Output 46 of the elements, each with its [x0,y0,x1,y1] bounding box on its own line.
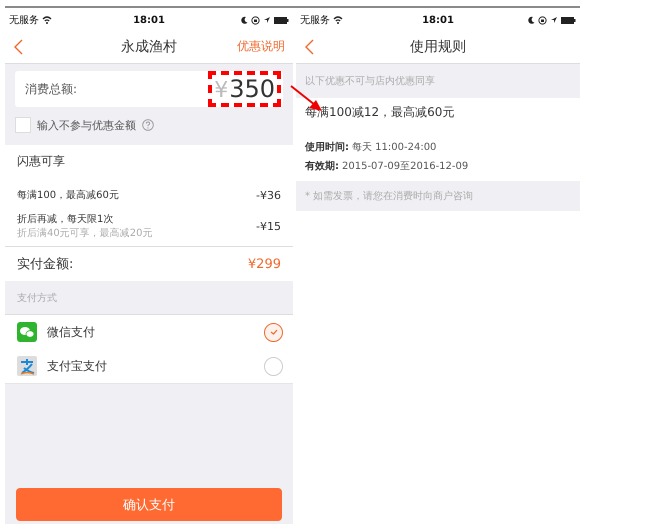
footnote-text: * 如需发票，请您在消费时向商户咨询 [296,181,580,211]
offer-text: 每满100，最高减60元 [17,188,119,202]
location-arrow-icon [550,16,558,24]
back-chevron-icon [304,38,314,54]
radio-empty[interactable] [264,356,283,376]
status-time: 18:01 [133,14,165,26]
checkbox[interactable] [15,117,31,133]
location-arrow-icon [263,16,271,24]
section-title: 闪惠可享 [17,153,66,170]
amount-value: 350 [229,75,275,103]
notice-text: 以下优惠不可与店内优惠同享 [296,64,580,98]
detail-label: 使用时间: [305,140,349,154]
battery-icon [274,16,289,24]
amount-label: 消费总额: [25,80,78,98]
payment-logo-icon [17,356,37,376]
page-title: 使用规则 [409,38,467,56]
battery-icon [561,16,576,24]
payment-option[interactable]: 支付宝支付 [5,349,293,383]
carrier-text: 无服务 [9,14,39,27]
chat-bubbles-icon [17,322,37,342]
help-icon [142,119,154,131]
discount-amount: -¥36 [256,188,281,202]
moon-icon [528,16,535,24]
detail-value: 2015-07-09至2016-12-09 [342,160,468,173]
detail-label: 有效期: [305,160,339,173]
wifi-icon [333,16,343,24]
offer-text: 折后再减，每天限1次 [17,212,114,226]
currency-symbol: ¥ [214,78,228,103]
moon-icon [241,16,248,24]
discount-amount: -¥15 [256,220,281,232]
page-title: 永成渔村 [120,38,178,56]
checkbox-label: 输入不参与优惠金额 [37,118,136,132]
amount-field[interactable]: 消费总额: ¥350 [15,71,283,107]
payment-option[interactable]: 微信支付 [5,315,293,349]
status-time: 18:01 [422,14,454,26]
detail-value: 每天 11:00-24:00 [352,141,436,154]
radio-checked[interactable] [264,322,283,342]
wifi-icon [42,16,52,24]
total-amount: ¥299 [248,256,281,272]
checkmark-icon [270,329,278,335]
rotation-lock-icon [538,16,547,24]
rotation-lock-icon [251,16,260,24]
back-chevron-icon [13,38,23,54]
carrier-text: 无服务 [300,14,330,27]
total-label: 实付金额: [17,256,74,273]
offer-note: 折后满40元可享，最高减20元 [17,226,152,240]
